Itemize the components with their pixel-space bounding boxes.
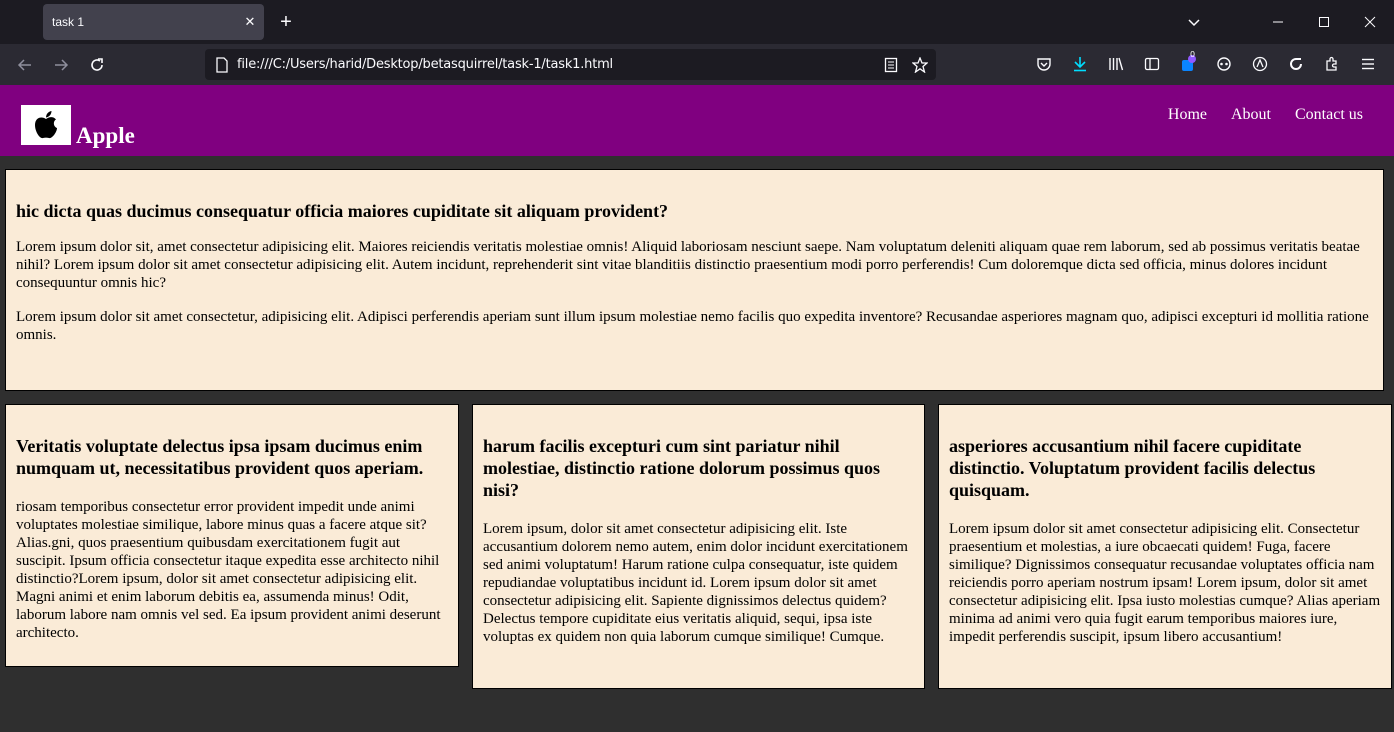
maximize-icon[interactable]: [1302, 0, 1346, 44]
navigation-toolbar: file:///C:/Users/harid/Desktop/betasquir…: [0, 44, 1394, 86]
extension-icon[interactable]: [1212, 52, 1236, 76]
url-text[interactable]: file:///C:/Users/harid/Desktop/betasquir…: [237, 57, 884, 72]
menu-icon[interactable]: [1356, 52, 1380, 76]
extensions-puzzle-icon[interactable]: [1320, 52, 1344, 76]
hero-paragraph-1: Lorem ipsum dolor sit, amet consectetur …: [16, 239, 1360, 291]
page-viewport: Apple Home About Contact us hic dicta qu…: [0, 85, 1394, 732]
sidebar-icon[interactable]: [1140, 52, 1164, 76]
nav-home-link[interactable]: Home: [1168, 106, 1207, 124]
bookmark-star-icon[interactable]: [912, 56, 928, 73]
new-tab-icon[interactable]: +: [274, 9, 298, 35]
column-3-body: Lorem ipsum dolor sit amet consectetur a…: [949, 521, 1381, 645]
apple-logo-icon[interactable]: [21, 105, 71, 145]
refresh-extension-icon[interactable]: [1284, 52, 1308, 76]
column-card-1: Veritatis voluptate delectus ipsa ipsam …: [5, 404, 459, 667]
reader-view-icon[interactable]: [884, 57, 898, 73]
nav-about-link[interactable]: About: [1231, 106, 1271, 124]
column-2-heading: harum facilis excepturi cum sint pariatu…: [483, 436, 881, 500]
browser-tab[interactable]: task 1 ✕: [43, 4, 264, 40]
pocket-icon[interactable]: [1032, 52, 1056, 76]
url-bar[interactable]: file:///C:/Users/harid/Desktop/betasquir…: [205, 49, 936, 80]
hero-paragraph-2: Lorem ipsum dolor sit amet consectetur, …: [16, 309, 1369, 343]
library-icon[interactable]: [1104, 52, 1128, 76]
back-icon[interactable]: [12, 52, 38, 78]
list-all-tabs-icon[interactable]: [1176, 0, 1212, 44]
hero-card: hic dicta quas ducimus consequatur offic…: [5, 169, 1384, 391]
column-1-heading: Veritatis voluptate delectus ipsa ipsam …: [16, 436, 424, 478]
downloads-icon[interactable]: [1068, 52, 1092, 76]
extension-badge-icon[interactable]: 0: [1176, 50, 1200, 76]
close-window-icon[interactable]: [1348, 0, 1392, 44]
column-1-body: riosam temporibus consectetur error prov…: [16, 499, 441, 641]
forward-icon[interactable]: [48, 52, 74, 78]
column-card-3: asperiores accusantium nihil facere cupi…: [938, 404, 1392, 689]
tab-title: task 1: [52, 15, 85, 29]
column-card-2: harum facilis excepturi cum sint pariatu…: [472, 404, 925, 689]
extension-badge-count: 0: [1190, 50, 1196, 59]
accessibility-icon[interactable]: [1248, 52, 1272, 76]
reload-icon[interactable]: [84, 52, 110, 78]
brand-name: Apple: [76, 123, 135, 148]
minimize-icon[interactable]: [1256, 0, 1300, 44]
column-3-heading: asperiores accusantium nihil facere cupi…: [949, 436, 1316, 500]
column-2-body: Lorem ipsum, dolor sit amet consectetur …: [483, 521, 908, 645]
tab-bar: task 1 ✕ +: [0, 0, 1394, 44]
site-nav: Home About Contact us: [1168, 106, 1363, 124]
hero-heading: hic dicta quas ducimus consequatur offic…: [16, 201, 669, 221]
nav-contact-link[interactable]: Contact us: [1295, 106, 1363, 124]
tab-close-icon[interactable]: ✕: [236, 14, 264, 30]
site-header: Apple Home About Contact us: [0, 85, 1394, 156]
page-file-icon: [215, 56, 229, 73]
